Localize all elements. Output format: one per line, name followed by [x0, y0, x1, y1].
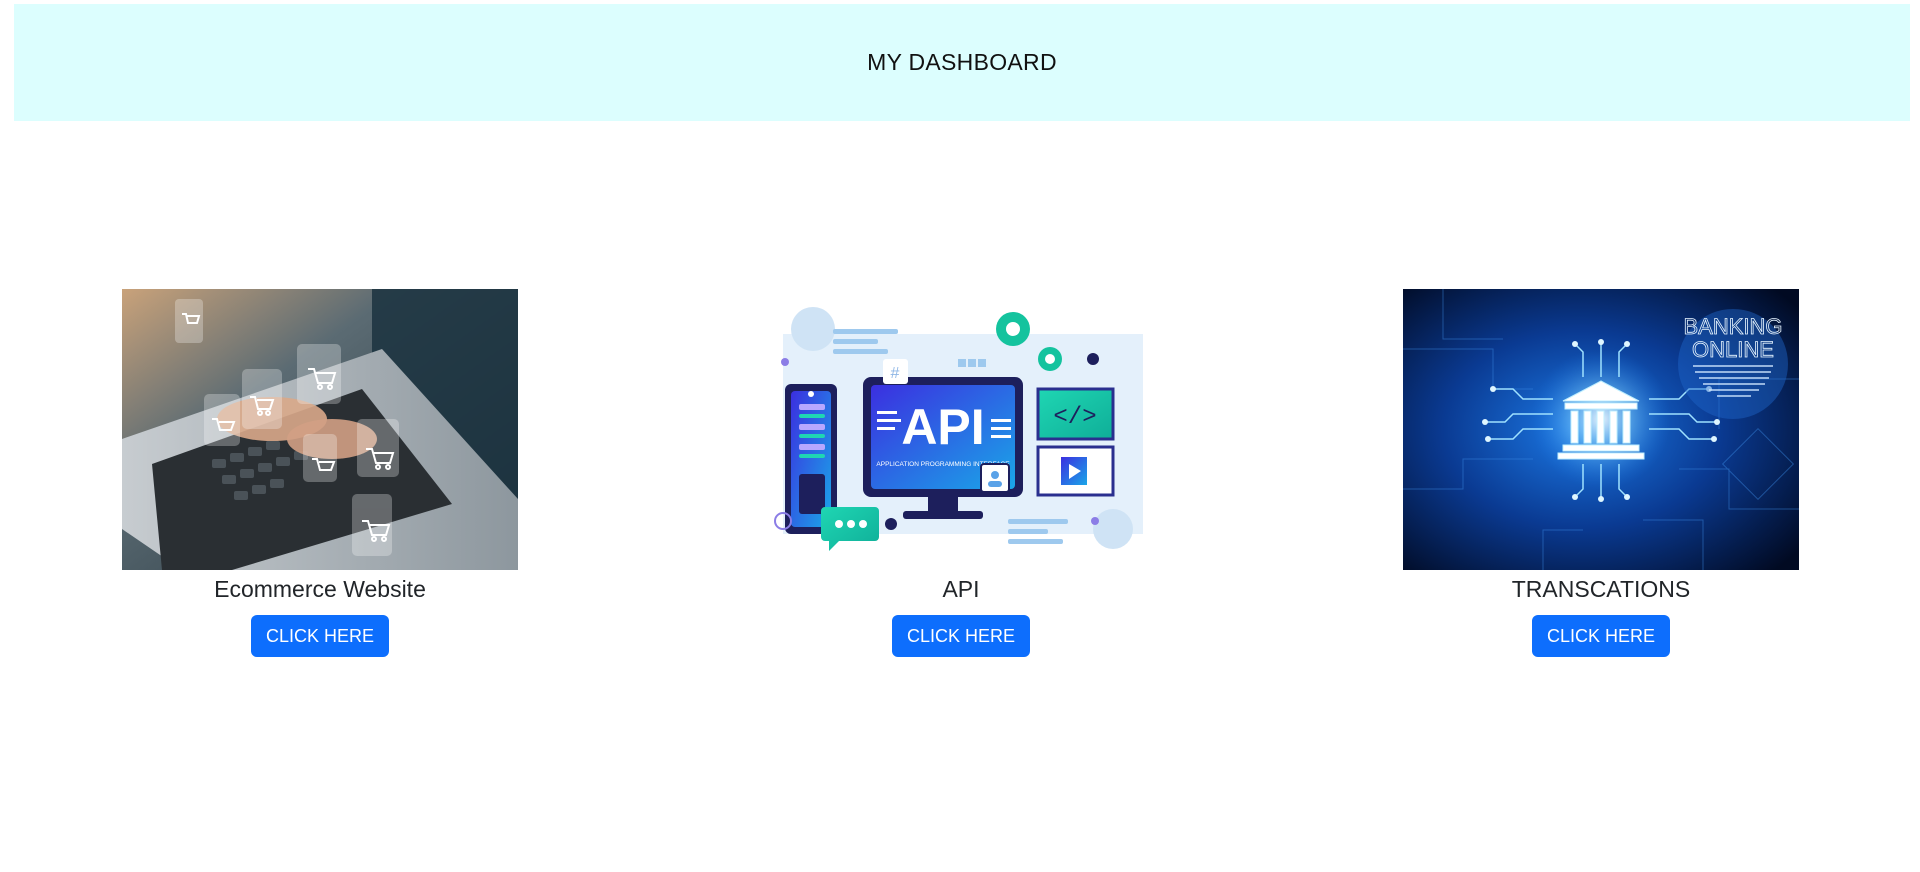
page-title: MY DASHBOARD: [867, 49, 1057, 75]
card-title-transactions: TRANSCATIONS: [1511, 576, 1691, 602]
card-api: API APPLICATION PROGRAMMING INTERFACE # …: [763, 289, 1159, 657]
svg-text:API: API: [901, 399, 984, 455]
api-image: API APPLICATION PROGRAMMING INTERFACE # …: [763, 289, 1159, 570]
card-title-api: API: [942, 576, 980, 602]
svg-text:#: #: [891, 365, 900, 382]
ecommerce-click-button[interactable]: CLICK HERE: [250, 615, 390, 657]
api-click-button[interactable]: CLICK HERE: [891, 615, 1031, 657]
dashboard-header: MY DASHBOARD: [14, 4, 1910, 121]
svg-text:BANKING: BANKING: [1683, 314, 1782, 339]
svg-text:ONLINE: ONLINE: [1692, 337, 1774, 362]
svg-text:</>: </>: [1053, 404, 1096, 431]
card-title-ecommerce: Ecommerce Website: [214, 576, 426, 602]
card-ecommerce: Ecommerce Website CLICK HERE: [122, 289, 518, 657]
transactions-click-button[interactable]: CLICK HERE: [1531, 615, 1671, 657]
card-transactions: BANKING ONLINE TRANSCATIONS CLICK HERE: [1403, 289, 1799, 657]
ecommerce-image: [122, 289, 518, 570]
banking-image: BANKING ONLINE: [1403, 289, 1799, 570]
